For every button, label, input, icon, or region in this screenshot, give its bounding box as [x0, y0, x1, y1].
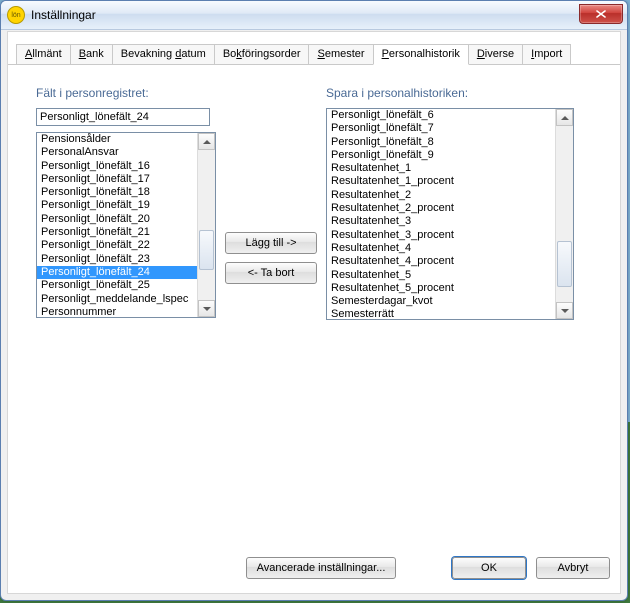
transfer-buttons: Lägg till -> <- Ta bort: [225, 232, 317, 284]
list-item[interactable]: Personligt_lönefält_21: [37, 226, 198, 239]
list-item[interactable]: Personligt_lönefält_22: [37, 239, 198, 252]
list-item[interactable]: Personligt_lönefält_23: [37, 253, 198, 266]
left-section-label: Fält i personregistret:: [36, 86, 149, 100]
add-button[interactable]: Lägg till ->: [225, 232, 317, 254]
list-item[interactable]: Resultatenhet_5: [327, 269, 556, 282]
list-item[interactable]: PersonalAnsvar: [37, 146, 198, 159]
list-item[interactable]: Personligt_lönefält_7: [327, 122, 556, 135]
list-item[interactable]: Personnummer: [37, 306, 198, 317]
chevron-down-icon: [203, 307, 211, 311]
left-column: PensionsålderPersonalAnsvarPersonligt_lö…: [36, 108, 216, 318]
list-item[interactable]: Personligt_lönefält_24: [37, 266, 198, 279]
list-item[interactable]: Personligt_meddelande_lspec: [37, 293, 198, 306]
list-item[interactable]: Resultatenhet_3_procent: [327, 229, 556, 242]
chevron-up-icon: [561, 116, 569, 120]
list-item[interactable]: Personligt_lönefält_19: [37, 199, 198, 212]
scroll-up-button[interactable]: [198, 133, 215, 150]
tab-personalhistorik[interactable]: Personalhistorik: [373, 44, 469, 65]
list-item[interactable]: Resultatenhet_2: [327, 189, 556, 202]
list-item[interactable]: Personligt_lönefält_9: [327, 149, 556, 162]
tab-semester[interactable]: Semester: [308, 44, 373, 65]
tab-strip: AllmäntBankBevakning datumBokföringsorde…: [8, 32, 620, 65]
right-section-label: Spara i personalhistoriken:: [326, 86, 468, 100]
tab-bevakning-datum[interactable]: Bevakning datum: [112, 44, 215, 65]
list-item[interactable]: Resultatenhet_5_procent: [327, 282, 556, 295]
list-item[interactable]: Resultatenhet_1: [327, 162, 556, 175]
tab-bokföringsorder[interactable]: Bokföringsorder: [214, 44, 310, 65]
list-item[interactable]: Personligt_lönefält_25: [37, 279, 198, 292]
scroll-down-button[interactable]: [556, 302, 573, 319]
close-button[interactable]: [579, 4, 623, 24]
cancel-button[interactable]: Avbryt: [536, 557, 610, 579]
list-item[interactable]: Resultatenhet_1_procent: [327, 175, 556, 188]
close-icon: [596, 10, 606, 18]
list-item[interactable]: Personligt_lönefält_16: [37, 160, 198, 173]
tab-allmänt[interactable]: Allmänt: [16, 44, 71, 65]
list-item[interactable]: Semesterrätt: [327, 308, 556, 319]
chevron-down-icon: [561, 309, 569, 313]
tab-import[interactable]: Import: [522, 44, 571, 65]
tab-diverse[interactable]: Diverse: [468, 44, 523, 65]
list-item[interactable]: Semesterdagar_kvot: [327, 295, 556, 308]
list-item[interactable]: Personligt_lönefält_20: [37, 213, 198, 226]
scroll-up-button[interactable]: [556, 109, 573, 126]
left-scrollbar[interactable]: [197, 133, 215, 317]
scroll-down-button[interactable]: [198, 300, 215, 317]
list-item[interactable]: Personligt_lönefält_18: [37, 186, 198, 199]
dialog-button-bar: Avancerade inställningar... OK Avbryt: [18, 553, 610, 583]
window-title: Inställningar: [31, 8, 96, 22]
tab-bank[interactable]: Bank: [70, 44, 113, 65]
chevron-up-icon: [203, 140, 211, 144]
titlebar[interactable]: lön Inställningar: [1, 1, 627, 30]
list-item[interactable]: Personligt_lönefält_6: [327, 109, 556, 122]
available-fields-listbox[interactable]: PensionsålderPersonalAnsvarPersonligt_lö…: [36, 132, 216, 318]
ok-button[interactable]: OK: [452, 557, 526, 579]
saved-fields-listbox[interactable]: Personligt_lönefält_6Personligt_lönefält…: [326, 108, 574, 320]
right-scrollbar[interactable]: [555, 109, 573, 319]
app-icon: lön: [7, 6, 25, 24]
remove-button[interactable]: <- Ta bort: [225, 262, 317, 284]
advanced-settings-button[interactable]: Avancerade inställningar...: [246, 557, 396, 579]
list-item[interactable]: Resultatenhet_2_procent: [327, 202, 556, 215]
client-area: AllmäntBankBevakning datumBokföringsorde…: [7, 31, 621, 594]
list-item[interactable]: Resultatenhet_3: [327, 215, 556, 228]
settings-window: lön Inställningar AllmäntBankBevakning d…: [0, 0, 628, 601]
list-item[interactable]: Pensionsålder: [37, 133, 198, 146]
list-item[interactable]: Personligt_lönefält_8: [327, 136, 556, 149]
list-item[interactable]: Resultatenhet_4: [327, 242, 556, 255]
tab-panel-personalhistorik: Fält i personregistret: Spara i personal…: [18, 72, 610, 547]
scroll-thumb[interactable]: [557, 241, 572, 287]
right-column: Personligt_lönefält_6Personligt_lönefält…: [326, 108, 574, 320]
app-icon-label: lön: [11, 12, 20, 19]
selected-field-input[interactable]: [36, 108, 210, 126]
list-item[interactable]: Personligt_lönefält_17: [37, 173, 198, 186]
list-item[interactable]: Resultatenhet_4_procent: [327, 255, 556, 268]
scroll-thumb[interactable]: [199, 230, 214, 270]
